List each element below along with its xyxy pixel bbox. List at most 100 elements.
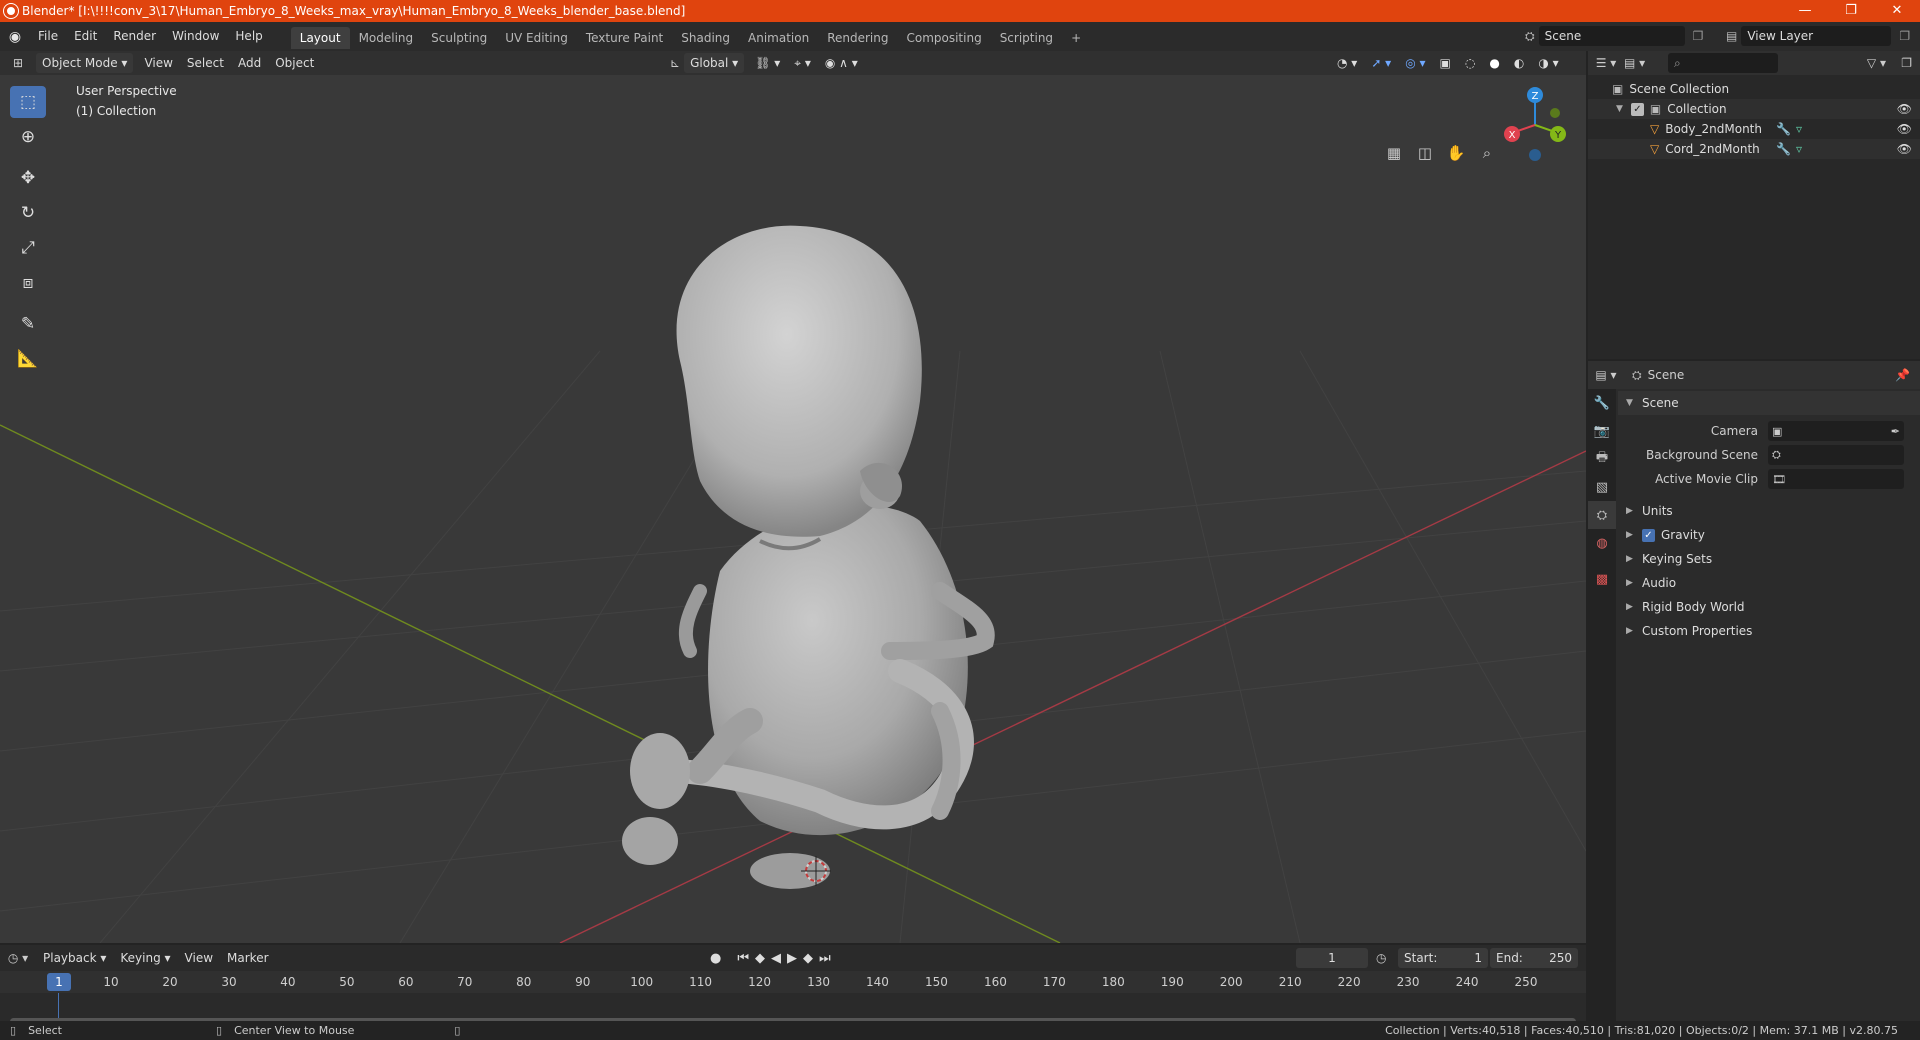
new-collection-icon[interactable]: ❐ bbox=[1901, 56, 1912, 70]
filter-icon[interactable]: ▽ ▾ bbox=[1867, 56, 1886, 70]
preview-range-icon[interactable]: ◷ bbox=[1376, 951, 1386, 965]
menu-timeline-view[interactable]: View bbox=[178, 948, 220, 968]
scene-tab-icon[interactable]: ⛭ bbox=[1588, 501, 1616, 529]
embryo-model[interactable] bbox=[622, 225, 995, 889]
menu-view[interactable]: View bbox=[137, 53, 179, 73]
tab-uv-editing[interactable]: UV Editing bbox=[496, 27, 577, 49]
add-workspace-button[interactable]: + bbox=[1062, 27, 1090, 49]
scene-panel-header[interactable]: ▼ Scene bbox=[1618, 391, 1920, 415]
menu-keying[interactable]: Keying ▾ bbox=[113, 948, 177, 968]
menu-render[interactable]: Render bbox=[105, 22, 164, 51]
menu-help[interactable]: Help bbox=[227, 22, 270, 51]
cursor-tool-icon[interactable]: ⊕ bbox=[10, 121, 46, 153]
units-panel[interactable]: ▶ Units bbox=[1618, 499, 1920, 523]
output-tab-icon[interactable]: 🖶 bbox=[1588, 445, 1616, 473]
minimize-button[interactable]: — bbox=[1782, 0, 1828, 22]
tool-tab-icon[interactable]: 🔧 bbox=[1588, 389, 1616, 417]
jump-start-icon[interactable]: ⏮ bbox=[737, 951, 749, 966]
end-frame-field[interactable]: End: 250 bbox=[1490, 948, 1578, 968]
neg-y-axis-icon[interactable] bbox=[1550, 108, 1560, 118]
menu-window[interactable]: Window bbox=[164, 22, 227, 51]
collection-checkbox[interactable]: ✓ bbox=[1630, 102, 1644, 116]
properties-editor-type-icon[interactable]: ▤ ▾ bbox=[1588, 368, 1624, 382]
move-tool-icon[interactable]: ✥ bbox=[10, 162, 46, 194]
close-button[interactable]: ✕ bbox=[1874, 0, 1920, 22]
gravity-checkbox[interactable]: ✓ bbox=[1642, 528, 1655, 542]
menu-edit[interactable]: Edit bbox=[66, 22, 105, 51]
transform-tool-icon[interactable]: ⧈ bbox=[10, 267, 46, 299]
tab-rendering[interactable]: Rendering bbox=[818, 27, 897, 49]
measure-tool-icon[interactable]: 📐 bbox=[10, 343, 46, 375]
tab-modeling[interactable]: Modeling bbox=[350, 27, 423, 49]
display-mode-icon[interactable]: ▤ ▾ bbox=[1624, 56, 1654, 70]
camera-view-icon[interactable]: ◫ bbox=[1411, 139, 1439, 167]
outliner-editor-type-icon[interactable]: ☰ ▾ bbox=[1588, 56, 1624, 70]
frame-ruler[interactable]: 1 10 20 30 40 50 60 70 80 90 100 110 120 130 140 150 16… bbox=[0, 971, 1586, 993]
visibility-icon[interactable]: ◔ ▾ bbox=[1330, 53, 1364, 73]
neg-z-axis-icon[interactable] bbox=[1529, 149, 1541, 161]
world-tab-icon[interactable]: ◍ bbox=[1588, 529, 1616, 557]
background-scene-field[interactable]: ⛭ bbox=[1768, 445, 1904, 465]
next-keyframe-icon[interactable]: ◆ bbox=[803, 951, 813, 966]
rotate-tool-icon[interactable]: ↻ bbox=[10, 197, 46, 229]
xray-icon[interactable]: ▣ bbox=[1433, 53, 1458, 73]
body-visibility-icon[interactable]: 👁 bbox=[1897, 122, 1912, 136]
material-shading-icon[interactable]: ◐ bbox=[1507, 53, 1531, 73]
zoom-icon[interactable]: ⌕ bbox=[1473, 139, 1501, 167]
maximize-button[interactable]: ❐ bbox=[1828, 0, 1874, 22]
wireframe-shading-icon[interactable]: ◌ bbox=[1458, 53, 1482, 73]
pivot-icon[interactable]: ⛓ ▾ bbox=[748, 53, 787, 73]
tab-scripting[interactable]: Scripting bbox=[991, 27, 1062, 49]
solid-shading-icon[interactable]: ● bbox=[1482, 53, 1506, 73]
view-layer-tab-icon[interactable]: ▧ bbox=[1588, 473, 1616, 501]
annotate-tool-icon[interactable]: ✎ bbox=[10, 308, 46, 340]
view-layer-selector[interactable]: View Layer bbox=[1741, 26, 1892, 46]
cord-visibility-icon[interactable]: 👁 bbox=[1897, 142, 1912, 156]
eyedropper-icon[interactable]: ✒ bbox=[1891, 425, 1900, 438]
menu-add[interactable]: Add bbox=[231, 53, 268, 73]
mode-selector[interactable]: Object Mode ▾ bbox=[36, 53, 134, 73]
timeline-editor-type-icon[interactable]: ◷ ▾ bbox=[0, 951, 36, 965]
tab-compositing[interactable]: Compositing bbox=[897, 27, 990, 49]
prev-keyframe-icon[interactable]: ◆ bbox=[755, 951, 765, 966]
navigation-gizmo[interactable]: Z X Y bbox=[1500, 85, 1570, 165]
pin-icon[interactable]: 📌 bbox=[1895, 368, 1910, 382]
jump-end-icon[interactable]: ⏭ bbox=[819, 951, 831, 966]
current-frame-field[interactable]: 1 bbox=[1296, 948, 1368, 968]
editor-type-icon[interactable]: ⊞ bbox=[0, 56, 36, 70]
tab-layout[interactable]: Layout bbox=[290, 26, 350, 49]
start-frame-field[interactable]: Start: 1 bbox=[1398, 948, 1488, 968]
play-reverse-icon[interactable]: ◀ bbox=[771, 951, 781, 966]
blender-menu-icon[interactable]: ◉ bbox=[0, 29, 30, 45]
3d-viewport[interactable]: ⊞ Object Mode ▾ View Select Add Object ⊾… bbox=[0, 51, 1586, 943]
texture-tab-icon[interactable]: ▩ bbox=[1588, 565, 1616, 593]
menu-playback[interactable]: Playback ▾ bbox=[36, 948, 113, 968]
proportional-edit-icon[interactable]: ◉ ∧ ▾ bbox=[818, 53, 865, 73]
outliner-row-body[interactable]: ▽ Body_2ndMonth 🔧 ▿ 👁 bbox=[1588, 119, 1920, 139]
menu-select[interactable]: Select bbox=[180, 53, 231, 73]
menu-file[interactable]: File bbox=[30, 22, 66, 51]
rendered-shading-icon[interactable]: ◑ ▾ bbox=[1531, 53, 1565, 73]
scale-tool-icon[interactable]: ⤢ bbox=[10, 232, 46, 264]
audio-panel[interactable]: ▶ Audio bbox=[1618, 571, 1920, 595]
overlay-toggle-icon[interactable]: ◎ ▾ bbox=[1398, 53, 1432, 73]
tab-sculpting[interactable]: Sculpting bbox=[422, 27, 496, 49]
collection-visibility-icon[interactable]: 👁 bbox=[1897, 102, 1912, 116]
snap-icon[interactable]: ⌖ ▾ bbox=[787, 53, 818, 73]
custom-properties-panel[interactable]: ▶ Custom Properties bbox=[1618, 619, 1920, 643]
render-tab-icon[interactable]: 📷 bbox=[1588, 417, 1616, 445]
tab-shading[interactable]: Shading bbox=[672, 27, 739, 49]
keying-sets-panel[interactable]: ▶ Keying Sets bbox=[1618, 547, 1920, 571]
tab-animation[interactable]: Animation bbox=[739, 27, 818, 49]
gravity-panel[interactable]: ▶ ✓ Gravity bbox=[1618, 523, 1920, 547]
select-box-tool-icon[interactable]: ⬚ bbox=[10, 86, 46, 118]
new-view-layer-icon[interactable]: ❐ bbox=[1899, 29, 1910, 43]
grid-view-icon[interactable]: ▦ bbox=[1380, 139, 1408, 167]
pan-hand-icon[interactable]: ✋ bbox=[1442, 139, 1470, 167]
outliner-row-scene-collection[interactable]: ▣ Scene Collection bbox=[1588, 79, 1920, 99]
menu-object[interactable]: Object bbox=[268, 53, 321, 73]
play-icon[interactable]: ▶ bbox=[787, 951, 797, 966]
outliner-search-input[interactable]: ⌕ bbox=[1668, 53, 1778, 73]
camera-field[interactable]: ▣ ✒ bbox=[1768, 421, 1904, 441]
rigid-body-world-panel[interactable]: ▶ Rigid Body World bbox=[1618, 595, 1920, 619]
